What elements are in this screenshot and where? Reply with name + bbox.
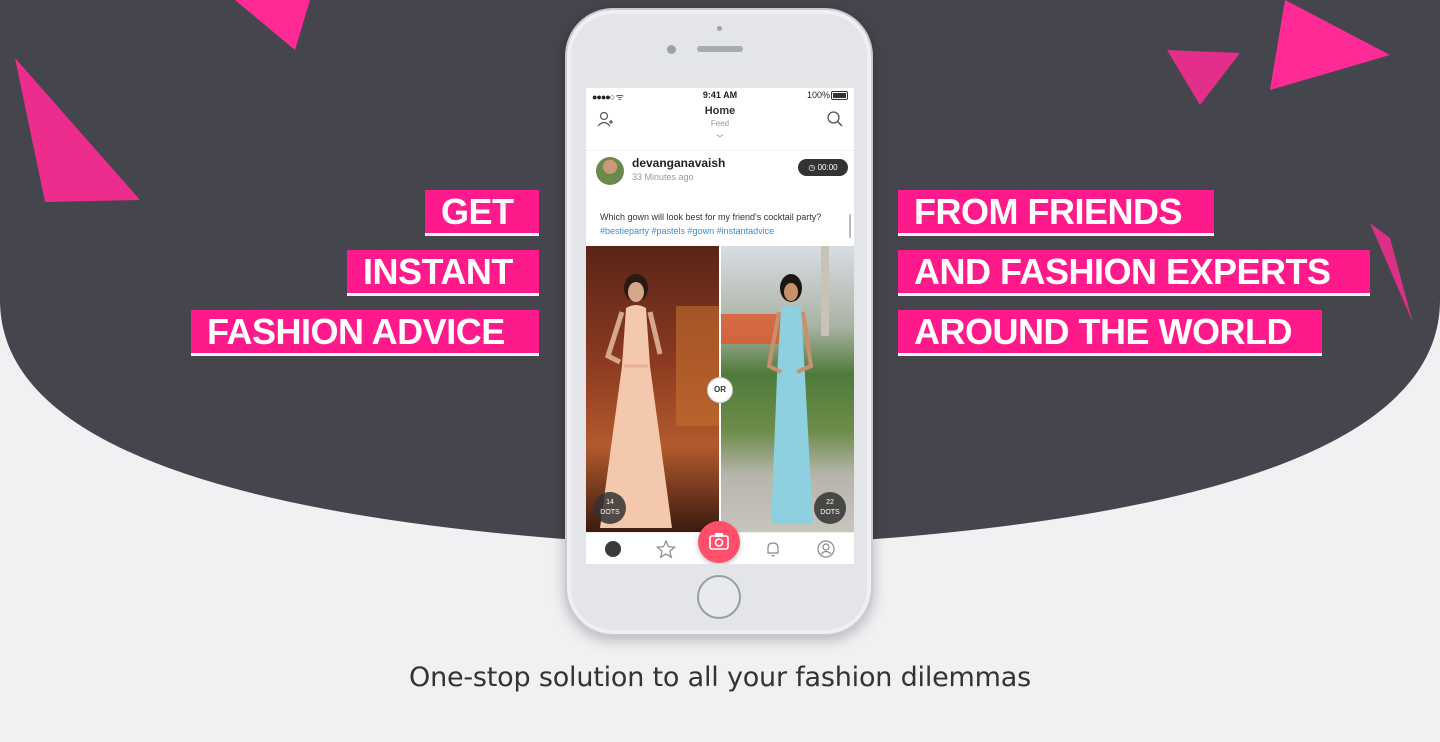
clock-icon: ◷: [808, 163, 818, 172]
star-icon[interactable]: [655, 538, 677, 560]
phone-speaker: [697, 46, 743, 52]
promo-stage: GET INSTANT FASHION ADVICE FROM FRIENDS …: [0, 0, 1440, 742]
headline-get: GET: [425, 190, 539, 236]
phone-home-button[interactable]: [697, 575, 741, 619]
caption-text: Which gown will look best for my friend'…: [600, 212, 822, 222]
nav-bar: Home Feed ⌄: [586, 102, 854, 146]
option-photo-left[interactable]: 14 DOTS: [586, 246, 719, 532]
right-dots-unit: DOTS: [820, 509, 840, 516]
left-dots-badge: 14 DOTS: [594, 492, 626, 524]
home-icon[interactable]: [602, 538, 624, 560]
headline-fashion-experts: AND FASHION EXPERTS: [898, 250, 1370, 296]
timer-badge: ◷ 00:00: [798, 159, 848, 176]
scroll-indicator: [849, 214, 851, 238]
bell-icon[interactable]: [762, 538, 784, 560]
pink-triangle-decoration: [235, 0, 310, 50]
headline-instant: INSTANT: [347, 250, 539, 296]
right-dots-badge: 22 DOTS: [814, 492, 846, 524]
peach-gown-figure: [600, 274, 719, 528]
tagline: One-stop solution to all your fashion di…: [409, 662, 1031, 693]
headline-from-friends: FROM FRIENDS: [898, 190, 1214, 236]
post-username[interactable]: devanganavaish: [632, 156, 725, 170]
avatar[interactable]: [596, 157, 624, 185]
left-dots-count: 14: [606, 499, 614, 506]
pink-triangle-decoration: [15, 58, 140, 202]
phone-sensor: [717, 26, 722, 31]
post-caption: Which gown will look best for my friend'…: [600, 210, 840, 238]
app-screen: ●●●●○ ᯤ 9:41 AM 100% Home Feed ⌄ devanga…: [586, 88, 854, 564]
profile-icon[interactable]: [815, 538, 837, 560]
headline-around-the-world: AROUND THE WORLD: [898, 310, 1322, 356]
pink-triangle-decoration: [1370, 223, 1413, 323]
status-bar: ●●●●○ ᯤ 9:41 AM 100%: [586, 88, 854, 102]
pink-triangle-decoration: [1167, 50, 1240, 105]
status-battery-text: 100%: [806, 90, 830, 100]
right-dots-count: 22: [826, 499, 834, 506]
camera-button[interactable]: [698, 521, 740, 563]
nav-title: Home: [704, 105, 736, 117]
or-badge: OR: [707, 377, 733, 403]
blue-gown-figure: [721, 246, 829, 524]
nav-subtitle: Feed: [710, 119, 730, 128]
post-time: 33 Minutes ago: [632, 172, 694, 182]
caption-hashtags[interactable]: #bestieparty #pastels #gown #instantadvi…: [600, 226, 774, 236]
option-photo-right[interactable]: 22 DOTS: [721, 246, 854, 532]
pink-triangle-decoration: [1270, 0, 1390, 90]
phone-mockup: ●●●●○ ᯤ 9:41 AM 100% Home Feed ⌄ devanga…: [565, 8, 873, 636]
phone-front-camera: [667, 45, 676, 54]
post-header: devanganavaish 33 Minutes ago ◷ 00:00: [586, 150, 854, 199]
headline-fashion-advice: FASHION ADVICE: [191, 310, 539, 356]
camera-icon: [709, 533, 729, 550]
chevron-down-icon[interactable]: ⌄: [586, 129, 854, 140]
left-dots-unit: DOTS: [600, 509, 620, 516]
timer-value: 00:00: [817, 163, 838, 172]
battery-icon: [831, 91, 848, 100]
search-icon[interactable]: [826, 110, 844, 128]
battery-level: [833, 93, 846, 98]
